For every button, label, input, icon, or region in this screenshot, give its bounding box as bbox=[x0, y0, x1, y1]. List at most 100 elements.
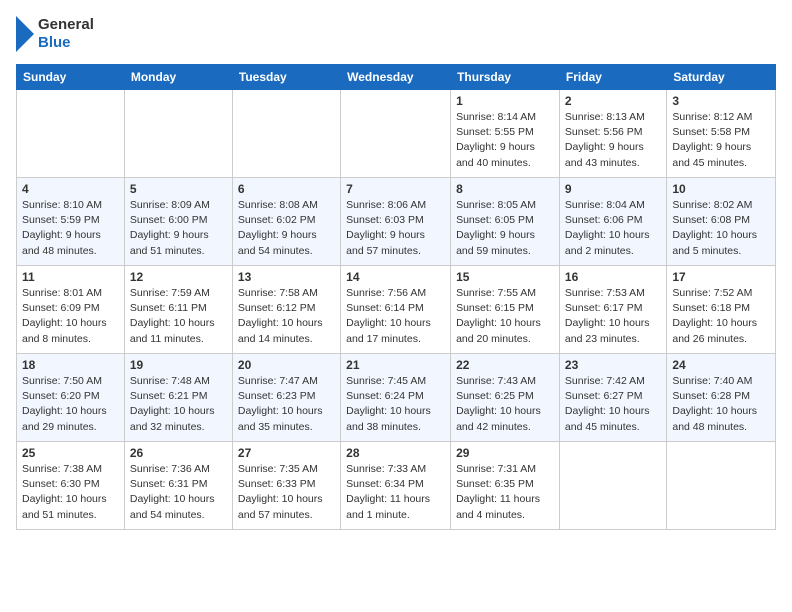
day-cell: 28Sunrise: 7:33 AMSunset: 6:34 PMDayligh… bbox=[341, 442, 451, 530]
day-cell: 21 Sunrise: 7:45 AMSunset: 6:24 PMDayligh… bbox=[341, 354, 451, 442]
day-cell bbox=[559, 442, 666, 530]
day-header-sunday: Sunday bbox=[17, 65, 125, 90]
day-cell bbox=[17, 90, 125, 178]
day-cell: 11 Sunrise: 8:01 AMSunset: 6:09 PMDayligh… bbox=[17, 266, 125, 354]
day-info: Sunrise: 7:59 AMSunset: 6:11 PMDaylight:… bbox=[130, 286, 227, 347]
logo-blue: Blue bbox=[38, 34, 94, 52]
day-cell: 3Sunrise: 8:12 AMSunset: 5:58 PMDaylight… bbox=[667, 90, 776, 178]
day-info: Sunrise: 8:08 AMSunset: 6:02 PMDaylight:… bbox=[238, 198, 335, 259]
day-cell: 9 Sunrise: 8:04 AMSunset: 6:06 PMDaylight… bbox=[559, 178, 666, 266]
logo-general: General bbox=[38, 16, 94, 34]
day-number: 20 bbox=[238, 358, 335, 372]
day-number: 8 bbox=[456, 182, 554, 196]
day-cell: 7 Sunrise: 8:06 AMSunset: 6:03 PMDaylight… bbox=[341, 178, 451, 266]
day-cell: 1Sunrise: 8:14 AMSunset: 5:55 PMDaylight… bbox=[451, 90, 560, 178]
day-cell: 17Sunrise: 7:52 AMSunset: 6:18 PMDayligh… bbox=[667, 266, 776, 354]
week-row-1: 1Sunrise: 8:14 AMSunset: 5:55 PMDaylight… bbox=[17, 90, 776, 178]
day-cell: 24 Sunrise: 7:40 AMSunset: 6:28 PMDayligh… bbox=[667, 354, 776, 442]
day-info: Sunrise: 7:36 AMSunset: 6:31 PMDaylight:… bbox=[130, 462, 227, 523]
day-number: 6 bbox=[238, 182, 335, 196]
day-info: Sunrise: 8:01 AMSunset: 6:09 PMDaylight:… bbox=[22, 286, 119, 347]
day-info: Sunrise: 8:02 AMSunset: 6:08 PMDaylight:… bbox=[672, 198, 770, 259]
day-number: 22 bbox=[456, 358, 554, 372]
day-header-thursday: Thursday bbox=[451, 65, 560, 90]
day-number: 11 bbox=[22, 270, 119, 284]
day-number: 21 bbox=[346, 358, 445, 372]
week-row-4: 18 Sunrise: 7:50 AMSunset: 6:20 PMDayligh… bbox=[17, 354, 776, 442]
day-cell: 15 Sunrise: 7:55 AMSunset: 6:15 PMDayligh… bbox=[451, 266, 560, 354]
day-cell: 20 Sunrise: 7:47 AMSunset: 6:23 PMDayligh… bbox=[232, 354, 340, 442]
week-row-5: 25 Sunrise: 7:38 AMSunset: 6:30 PMDayligh… bbox=[17, 442, 776, 530]
day-number: 24 bbox=[672, 358, 770, 372]
day-cell: 22 Sunrise: 7:43 AMSunset: 6:25 PMDayligh… bbox=[451, 354, 560, 442]
day-cell: 13 Sunrise: 7:58 AMSunset: 6:12 PMDayligh… bbox=[232, 266, 340, 354]
day-header-friday: Friday bbox=[559, 65, 666, 90]
day-cell: 26 Sunrise: 7:36 AMSunset: 6:31 PMDayligh… bbox=[124, 442, 232, 530]
day-info: Sunrise: 7:33 AMSunset: 6:34 PMDaylight:… bbox=[346, 462, 445, 523]
day-cell: 6 Sunrise: 8:08 AMSunset: 6:02 PMDaylight… bbox=[232, 178, 340, 266]
day-cell: 12 Sunrise: 7:59 AMSunset: 6:11 PMDayligh… bbox=[124, 266, 232, 354]
day-info: Sunrise: 7:40 AMSunset: 6:28 PMDaylight:… bbox=[672, 374, 770, 435]
week-row-3: 11 Sunrise: 8:01 AMSunset: 6:09 PMDayligh… bbox=[17, 266, 776, 354]
day-number: 17 bbox=[672, 270, 770, 284]
day-number: 26 bbox=[130, 446, 227, 460]
day-number: 23 bbox=[565, 358, 661, 372]
calendar-header: SundayMondayTuesdayWednesdayThursdayFrid… bbox=[17, 65, 776, 90]
day-number: 29 bbox=[456, 446, 554, 460]
day-info: Sunrise: 7:43 AMSunset: 6:25 PMDaylight:… bbox=[456, 374, 554, 435]
day-cell: 5 Sunrise: 8:09 AMSunset: 6:00 PMDaylight… bbox=[124, 178, 232, 266]
week-row-2: 4 Sunrise: 8:10 AMSunset: 5:59 PMDaylight… bbox=[17, 178, 776, 266]
day-info: Sunrise: 7:35 AMSunset: 6:33 PMDaylight:… bbox=[238, 462, 335, 523]
day-header-tuesday: Tuesday bbox=[232, 65, 340, 90]
day-info: Sunrise: 7:58 AMSunset: 6:12 PMDaylight:… bbox=[238, 286, 335, 347]
day-cell: 2 Sunrise: 8:13 AMSunset: 5:56 PMDaylight… bbox=[559, 90, 666, 178]
day-number: 9 bbox=[565, 182, 661, 196]
day-number: 5 bbox=[130, 182, 227, 196]
page-header: General Blue bbox=[16, 16, 776, 52]
day-number: 14 bbox=[346, 270, 445, 284]
day-cell: 19 Sunrise: 7:48 AMSunset: 6:21 PMDayligh… bbox=[124, 354, 232, 442]
day-info: Sunrise: 7:38 AMSunset: 6:30 PMDaylight:… bbox=[22, 462, 119, 523]
day-cell: 27 Sunrise: 7:35 AMSunset: 6:33 PMDayligh… bbox=[232, 442, 340, 530]
day-cell: 8 Sunrise: 8:05 AMSunset: 6:05 PMDaylight… bbox=[451, 178, 560, 266]
day-number: 4 bbox=[22, 182, 119, 196]
day-info: Sunrise: 8:12 AMSunset: 5:58 PMDaylight:… bbox=[672, 110, 770, 171]
day-number: 13 bbox=[238, 270, 335, 284]
day-info: Sunrise: 7:42 AMSunset: 6:27 PMDaylight:… bbox=[565, 374, 661, 435]
day-info: Sunrise: 7:55 AMSunset: 6:15 PMDaylight:… bbox=[456, 286, 554, 347]
day-info: Sunrise: 7:31 AMSunset: 6:35 PMDaylight:… bbox=[456, 462, 554, 523]
day-number: 7 bbox=[346, 182, 445, 196]
day-info: Sunrise: 8:09 AMSunset: 6:00 PMDaylight:… bbox=[130, 198, 227, 259]
calendar-table: SundayMondayTuesdayWednesdayThursdayFrid… bbox=[16, 64, 776, 530]
day-number: 19 bbox=[130, 358, 227, 372]
day-info: Sunrise: 7:53 AMSunset: 6:17 PMDaylight:… bbox=[565, 286, 661, 347]
day-header-wednesday: Wednesday bbox=[341, 65, 451, 90]
day-info: Sunrise: 7:48 AMSunset: 6:21 PMDaylight:… bbox=[130, 374, 227, 435]
day-cell: 29 Sunrise: 7:31 AMSunset: 6:35 PMDayligh… bbox=[451, 442, 560, 530]
header-row: SundayMondayTuesdayWednesdayThursdayFrid… bbox=[17, 65, 776, 90]
day-number: 16 bbox=[565, 270, 661, 284]
day-number: 27 bbox=[238, 446, 335, 460]
day-cell: 16 Sunrise: 7:53 AMSunset: 6:17 PMDayligh… bbox=[559, 266, 666, 354]
day-info: Sunrise: 8:04 AMSunset: 6:06 PMDaylight:… bbox=[565, 198, 661, 259]
day-info: Sunrise: 7:50 AMSunset: 6:20 PMDaylight:… bbox=[22, 374, 119, 435]
day-number: 2 bbox=[565, 94, 661, 108]
day-number: 18 bbox=[22, 358, 119, 372]
day-cell: 18 Sunrise: 7:50 AMSunset: 6:20 PMDayligh… bbox=[17, 354, 125, 442]
day-number: 12 bbox=[130, 270, 227, 284]
day-number: 25 bbox=[22, 446, 119, 460]
day-cell bbox=[667, 442, 776, 530]
logo-triangle-icon bbox=[16, 16, 34, 52]
day-info: Sunrise: 8:05 AMSunset: 6:05 PMDaylight:… bbox=[456, 198, 554, 259]
day-number: 15 bbox=[456, 270, 554, 284]
day-cell: 4 Sunrise: 8:10 AMSunset: 5:59 PMDaylight… bbox=[17, 178, 125, 266]
day-cell: 14 Sunrise: 7:56 AMSunset: 6:14 PMDayligh… bbox=[341, 266, 451, 354]
day-info: Sunrise: 7:47 AMSunset: 6:23 PMDaylight:… bbox=[238, 374, 335, 435]
day-info: Sunrise: 8:13 AMSunset: 5:56 PMDaylight:… bbox=[565, 110, 661, 171]
day-info: Sunrise: 8:10 AMSunset: 5:59 PMDaylight:… bbox=[22, 198, 119, 259]
day-info: Sunrise: 7:45 AMSunset: 6:24 PMDaylight:… bbox=[346, 374, 445, 435]
day-info: Sunrise: 7:56 AMSunset: 6:14 PMDaylight:… bbox=[346, 286, 445, 347]
day-cell bbox=[341, 90, 451, 178]
day-header-monday: Monday bbox=[124, 65, 232, 90]
day-info: Sunrise: 8:06 AMSunset: 6:03 PMDaylight:… bbox=[346, 198, 445, 259]
